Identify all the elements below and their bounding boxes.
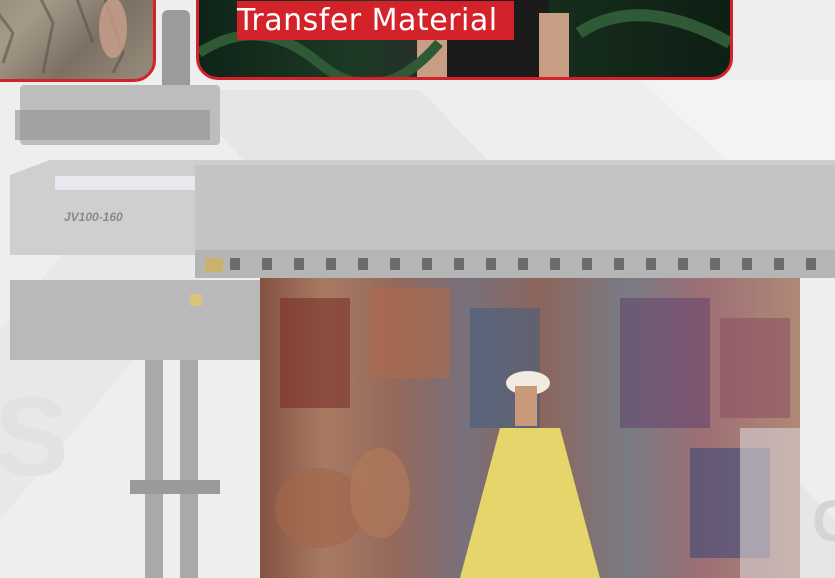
bazaar-photo — [260, 278, 800, 578]
printed-textile-panel — [260, 278, 800, 578]
printer-model-label: JV100-160 — [64, 210, 123, 224]
